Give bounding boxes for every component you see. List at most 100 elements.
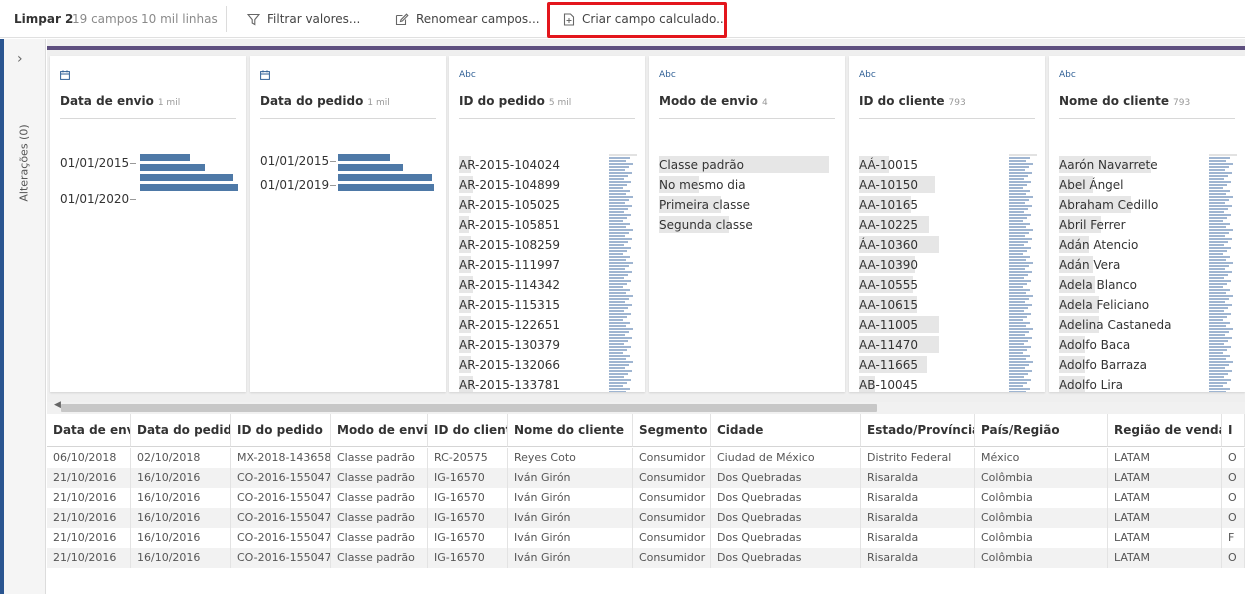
- filter-values-button[interactable]: Filtrar valores...: [247, 0, 360, 38]
- value-item[interactable]: Adelina Castaneda: [1059, 316, 1171, 334]
- histogram-bar[interactable]: [140, 184, 238, 191]
- profile-card-nome-do-cliente[interactable]: Abc Nome do cliente 793 Aarón Navarrete A…: [1049, 56, 1245, 392]
- value-item[interactable]: No mesmo dia: [659, 176, 746, 194]
- table-row[interactable]: 06/10/2018 02/10/2018 MX-2018-143658 Classe…: [47, 448, 1245, 468]
- table-row[interactable]: 21/10/2016 16/10/2016 CO-2016-155047 Classe…: [47, 468, 1245, 488]
- table-cell[interactable]: Colômbia: [975, 548, 1108, 568]
- value-item[interactable]: AA-10615: [859, 296, 918, 314]
- histogram-bar[interactable]: [338, 164, 403, 171]
- value-item[interactable]: AA-10225: [859, 216, 918, 234]
- column-header[interactable]: I: [1222, 414, 1245, 447]
- range-label[interactable]: 01/01/2015: [60, 154, 129, 172]
- table-cell[interactable]: IG-16570: [428, 528, 508, 548]
- value-item[interactable]: AA-10390: [859, 256, 918, 274]
- value-item[interactable]: AR-2015-105025: [459, 196, 560, 214]
- value-item[interactable]: AR-2015-111997: [459, 256, 560, 274]
- table-cell[interactable]: Classe padrão: [331, 548, 428, 568]
- table-cell[interactable]: Dos Quebradas: [711, 468, 861, 488]
- value-item[interactable]: AA-10165: [859, 196, 918, 214]
- table-cell[interactable]: Ciudad de México: [711, 448, 861, 468]
- table-cell[interactable]: 21/10/2016: [47, 488, 131, 508]
- column-header[interactable]: Data de envio: [47, 414, 131, 447]
- value-item[interactable]: AR-2015-132066: [459, 356, 560, 374]
- table-cell[interactable]: Consumidor: [633, 508, 711, 528]
- table-cell[interactable]: Iván Girón: [508, 528, 633, 548]
- value-item[interactable]: AÁ-10015: [859, 156, 918, 174]
- value-item[interactable]: Abel Ángel: [1059, 176, 1124, 194]
- histogram-bar[interactable]: [338, 184, 434, 191]
- range-label[interactable]: 01/01/2020: [60, 190, 129, 208]
- value-item[interactable]: Adán Atencio: [1059, 236, 1138, 254]
- value-item[interactable]: Classe padrão: [659, 156, 744, 174]
- table-cell[interactable]: México: [975, 448, 1108, 468]
- table-cell[interactable]: Consumidor: [633, 468, 711, 488]
- table-cell[interactable]: 16/10/2016: [131, 468, 231, 488]
- table-cell[interactable]: Consumidor: [633, 528, 711, 548]
- column-header[interactable]: Região de vendas: [1108, 414, 1222, 447]
- table-cell[interactable]: Distrito Federal: [861, 448, 975, 468]
- table-cell[interactable]: Colômbia: [975, 508, 1108, 528]
- table-cell[interactable]: CO-2016-155047: [231, 488, 331, 508]
- histogram-bar[interactable]: [338, 174, 432, 181]
- table-cell[interactable]: Risaralda: [861, 528, 975, 548]
- value-item[interactable]: Abraham Cedillo: [1059, 196, 1158, 214]
- horizontal-scrollbar[interactable]: ◀: [47, 400, 1245, 414]
- value-item[interactable]: AA-11470: [859, 336, 918, 354]
- value-item[interactable]: Segunda classe: [659, 216, 753, 234]
- column-header[interactable]: ID do pedido: [231, 414, 331, 447]
- range-label[interactable]: 01/01/2019: [260, 176, 329, 194]
- column-header[interactable]: País/Região: [975, 414, 1108, 447]
- value-item[interactable]: AA-11005: [859, 316, 918, 334]
- value-item[interactable]: AA-10555: [859, 276, 918, 294]
- table-cell[interactable]: Iván Girón: [508, 488, 633, 508]
- table-cell[interactable]: 21/10/2016: [47, 528, 131, 548]
- table-cell[interactable]: LATAM: [1108, 508, 1222, 528]
- value-item[interactable]: AA-11665: [859, 356, 918, 374]
- table-cell[interactable]: Risaralda: [861, 488, 975, 508]
- scroll-left-arrow-icon[interactable]: ◀: [54, 400, 61, 410]
- table-cell[interactable]: Colômbia: [975, 488, 1108, 508]
- changes-label[interactable]: Alterações (0): [18, 124, 31, 201]
- table-cell[interactable]: O: [1222, 508, 1245, 528]
- value-item[interactable]: AR-2015-104024: [459, 156, 560, 174]
- profile-card-data-de-envio[interactable]: Data de envio 1 mil 01/01/2015 01/01/2020: [50, 56, 246, 392]
- table-cell[interactable]: Risaralda: [861, 508, 975, 528]
- range-label[interactable]: 01/01/2015: [260, 152, 329, 170]
- value-item[interactable]: AB-10045: [859, 376, 918, 392]
- histogram-bar[interactable]: [338, 154, 390, 161]
- table-cell[interactable]: Consumidor: [633, 548, 711, 568]
- table-cell[interactable]: Classe padrão: [331, 528, 428, 548]
- column-header[interactable]: Segmento: [633, 414, 711, 447]
- value-item[interactable]: AA-10150: [859, 176, 918, 194]
- create-calculated-field-button[interactable]: Criar campo calculado...: [563, 0, 728, 38]
- table-cell[interactable]: O: [1222, 488, 1245, 508]
- table-cell[interactable]: CO-2016-155047: [231, 468, 331, 488]
- table-cell[interactable]: Iván Girón: [508, 508, 633, 528]
- table-cell[interactable]: Classe padrão: [331, 508, 428, 528]
- histogram-bar[interactable]: [140, 154, 190, 161]
- value-item[interactable]: AR-2015-104899: [459, 176, 560, 194]
- value-item[interactable]: Adela Blanco: [1059, 276, 1137, 294]
- table-cell[interactable]: Dos Quebradas: [711, 488, 861, 508]
- table-cell[interactable]: CO-2016-155047: [231, 508, 331, 528]
- table-cell[interactable]: F: [1222, 528, 1245, 548]
- scrollbar-thumb[interactable]: [61, 404, 877, 412]
- changes-rail[interactable]: › Alterações (0): [0, 39, 46, 594]
- table-cell[interactable]: O: [1222, 468, 1245, 488]
- table-cell[interactable]: LATAM: [1108, 488, 1222, 508]
- overview-sparkline[interactable]: [609, 154, 637, 392]
- column-header[interactable]: Estado/Província: [861, 414, 975, 447]
- table-cell[interactable]: IG-16570: [428, 508, 508, 528]
- table-cell[interactable]: 16/10/2016: [131, 528, 231, 548]
- table-cell[interactable]: Risaralda: [861, 548, 975, 568]
- table-cell[interactable]: LATAM: [1108, 528, 1222, 548]
- value-item[interactable]: AR-2015-133781: [459, 376, 560, 392]
- table-cell[interactable]: 16/10/2016: [131, 508, 231, 528]
- table-cell[interactable]: CO-2016-155047: [231, 548, 331, 568]
- table-cell[interactable]: 16/10/2016: [131, 488, 231, 508]
- value-item[interactable]: Primeira classe: [659, 196, 750, 214]
- profile-card-id-do-cliente[interactable]: Abc ID do cliente 793 AÁ-10015 AA-10150 A…: [849, 56, 1045, 392]
- table-cell[interactable]: Colômbia: [975, 528, 1108, 548]
- table-cell[interactable]: 21/10/2016: [47, 548, 131, 568]
- rename-fields-button[interactable]: Renomear campos...: [395, 0, 540, 38]
